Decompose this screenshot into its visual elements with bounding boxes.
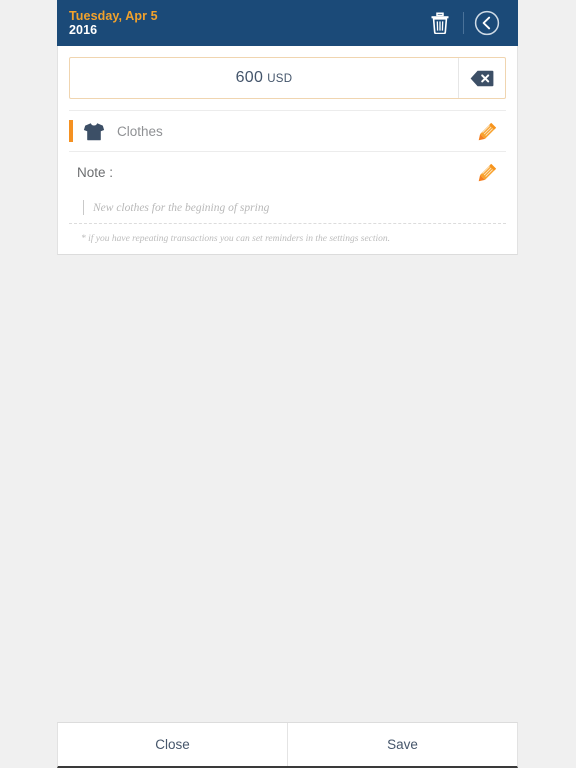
save-button[interactable]: Save: [287, 723, 517, 766]
header-actions: [423, 6, 504, 40]
header-year: 2016: [69, 23, 98, 37]
header-date-block: Tuesday, Apr 5 2016: [69, 9, 158, 37]
note-label: Note :: [77, 164, 114, 180]
note-input-row[interactable]: New clothes for the begining of spring: [69, 192, 506, 224]
reminder-hint-text: * if you have repeating transactions you…: [81, 234, 391, 244]
header-date: Tuesday, Apr 5: [69, 9, 158, 23]
pencil-icon: [478, 122, 496, 140]
app-header: Tuesday, Apr 5 2016: [57, 0, 518, 46]
edit-note-button[interactable]: [474, 159, 500, 185]
backspace-icon: [470, 70, 494, 86]
transaction-card: 600 USD Clothes Note: New clothes for t…: [57, 46, 518, 255]
hint-row: * if you have repeating transactions you…: [69, 224, 506, 254]
close-button[interactable]: Close: [58, 723, 287, 766]
pencil-icon: [478, 163, 496, 181]
note-input[interactable]: New clothes for the begining of spring: [93, 202, 269, 214]
category-row[interactable]: Clothes: [69, 110, 506, 152]
note-caret: [83, 200, 84, 215]
trash-icon: [431, 12, 449, 34]
amount-clear-button[interactable]: [458, 58, 505, 98]
note-label-row: Note :: [69, 152, 506, 192]
header-divider: [463, 12, 464, 34]
amount-value: 600: [235, 69, 264, 86]
amount-input[interactable]: 600 USD: [70, 58, 458, 98]
chevron-left-circle-icon: [474, 10, 500, 36]
category-accent-bar: [69, 120, 73, 142]
category-icon: [83, 120, 105, 142]
category-label: Clothes: [117, 123, 163, 139]
back-button[interactable]: [470, 6, 504, 40]
amount-currency: USD: [267, 72, 293, 85]
amount-field[interactable]: 600 USD: [69, 57, 506, 99]
tshirt-icon: [83, 122, 105, 140]
footer-actions: Close Save: [57, 722, 518, 768]
delete-transaction-button[interactable]: [423, 6, 457, 40]
edit-category-button[interactable]: [474, 118, 500, 144]
